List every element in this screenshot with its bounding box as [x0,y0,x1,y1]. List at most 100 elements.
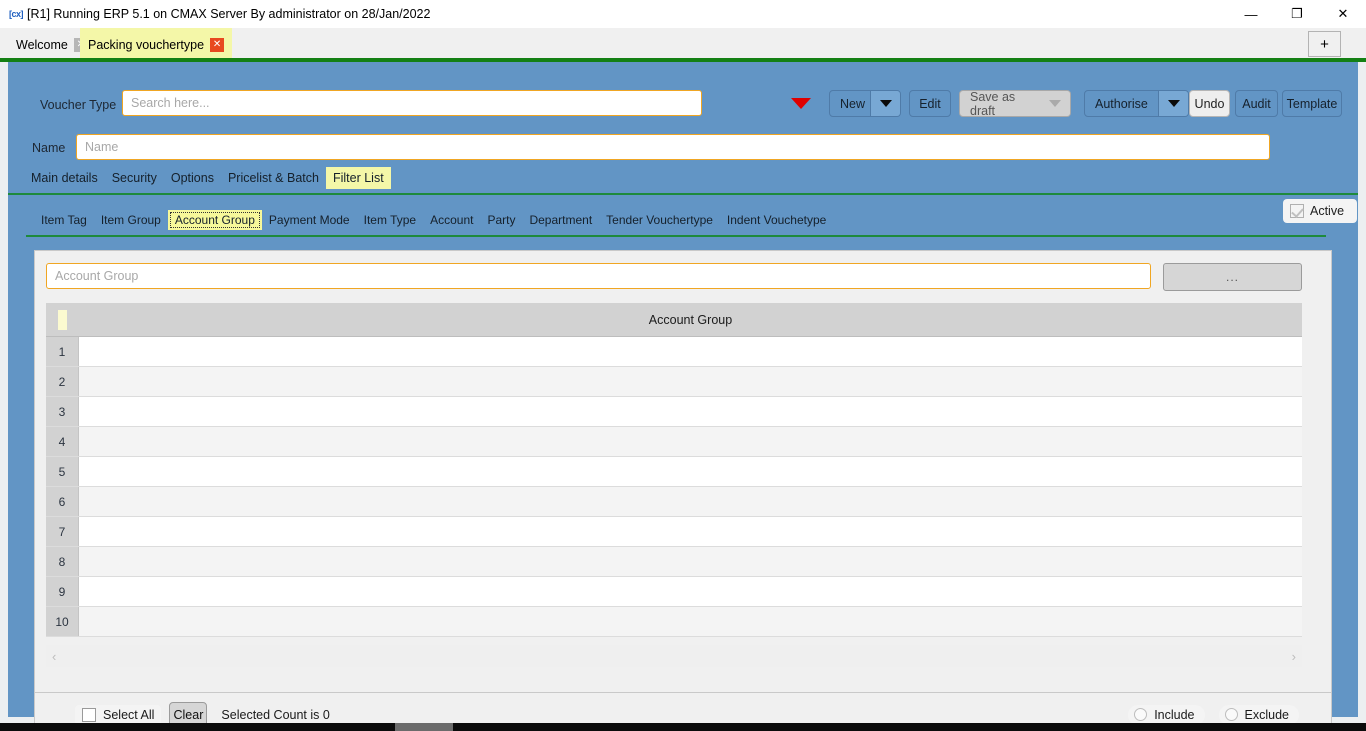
active-checkbox[interactable]: Active [1283,199,1357,223]
tab-main-details[interactable]: Main details [24,167,105,189]
grid-header-row: Account Group [46,303,1302,337]
close-icon[interactable]: ✕ [1320,0,1366,28]
save-as-draft-dropdown-arrow-icon[interactable] [1040,91,1070,116]
edit-button[interactable]: Edit [909,90,951,117]
subtab-item-type[interactable]: Item Type [357,210,423,230]
voucher-type-input[interactable]: Search here... [122,90,702,116]
tab-packing-vouchertype[interactable]: Packing vouchertype ✕ [80,28,232,61]
include-exclude-radio-group: Include Exclude [1128,705,1299,725]
table-row[interactable]: 3 [46,397,1302,427]
name-input[interactable]: Name [76,134,1270,160]
subtab-item-group[interactable]: Item Group [94,210,168,230]
main-tabs-divider [8,193,1358,195]
subtab-tender-vouchertype[interactable]: Tender Vouchertype [599,210,720,230]
horizontal-scrollbar[interactable]: ‹ › [46,645,1302,667]
voucher-type-label: Voucher Type [40,98,116,112]
scroll-left-icon[interactable]: ‹ [52,649,56,664]
grid-column-header-account-group[interactable]: Account Group [79,303,1302,336]
undo-button-label: Undo [1195,97,1225,111]
subtab-account-group-label: Account Group [175,213,255,227]
table-row[interactable]: 7 [46,517,1302,547]
exclude-radio[interactable]: Exclude [1219,705,1299,725]
tab-options[interactable]: Options [164,167,221,189]
include-radio[interactable]: Include [1128,705,1204,725]
subtab-party[interactable]: Party [480,210,522,230]
table-row[interactable]: 5 [46,457,1302,487]
table-row[interactable]: 8 [46,547,1302,577]
browse-button[interactable]: ... [1163,263,1302,291]
table-row[interactable]: 4 [46,427,1302,457]
dropdown-caret-icon[interactable] [791,98,811,109]
template-button-label: Template [1287,97,1338,111]
row-cell-account-group[interactable] [79,457,1302,486]
selected-count-text: Selected Count is 0 [221,708,329,722]
account-group-search-input[interactable]: Account Group [46,263,1151,289]
row-cell-account-group[interactable] [79,547,1302,576]
form-body: Voucher Type Search here... New Edit Sav… [8,62,1358,717]
row-number: 9 [46,577,79,606]
row-cell-account-group[interactable] [79,337,1302,366]
select-all-label: Select All [103,708,154,722]
subtab-account[interactable]: Account [423,210,480,230]
scroll-right-icon[interactable]: › [1292,649,1296,664]
row-cell-account-group[interactable] [79,397,1302,426]
new-dropdown-arrow-icon[interactable] [870,91,900,116]
audit-button-label: Audit [1242,97,1271,111]
name-label: Name [32,141,65,155]
table-row[interactable]: 2 [46,367,1302,397]
authorise-button-label: Authorise [1085,97,1158,111]
select-all-checkbox[interactable]: Select All [75,705,161,725]
window-title: [R1] Running ERP 5.1 on CMAX Server By a… [27,7,430,21]
tab-options-label: Options [171,171,214,185]
row-number: 4 [46,427,79,456]
include-radio-dot[interactable] [1134,708,1147,721]
undo-button[interactable]: Undo [1189,90,1230,117]
new-button[interactable]: New [829,90,901,117]
grid-select-all-corner[interactable] [46,303,79,337]
active-checkbox-box[interactable] [1290,204,1304,218]
exclude-radio-dot[interactable] [1225,708,1238,721]
include-radio-label: Include [1154,708,1194,722]
subtab-item-tag[interactable]: Item Tag [34,210,94,230]
sub-tabs: Item Tag Item Group Account Group Paymen… [34,210,833,230]
tab-security[interactable]: Security [105,167,164,189]
template-button[interactable]: Template [1282,90,1342,117]
main-tabs: Main details Security Options Pricelist … [24,167,391,189]
authorise-dropdown-arrow-icon[interactable] [1158,91,1188,116]
tab-filter-list[interactable]: Filter List [326,167,391,189]
maximize-icon[interactable]: ❐ [1274,0,1320,28]
row-cell-account-group[interactable] [79,517,1302,546]
table-row[interactable]: 6 [46,487,1302,517]
row-cell-account-group[interactable] [79,487,1302,516]
table-row[interactable]: 10 [46,607,1302,637]
subtab-item-tag-label: Item Tag [41,213,87,227]
audit-button[interactable]: Audit [1235,90,1278,117]
subtab-party-label: Party [487,213,515,227]
tab-filter-list-label: Filter List [333,171,384,185]
table-row[interactable]: 9 [46,577,1302,607]
row-number: 5 [46,457,79,486]
row-cell-account-group[interactable] [79,367,1302,396]
tab-packing-vouchertype-close-icon[interactable]: ✕ [210,38,224,52]
authorise-button[interactable]: Authorise [1084,90,1189,117]
new-button-label: New [830,97,870,111]
subtab-payment-mode[interactable]: Payment Mode [262,210,357,230]
minimize-icon[interactable]: — [1228,0,1274,28]
save-as-draft-button[interactable]: Save as draft [959,90,1071,117]
row-cell-account-group[interactable] [79,607,1302,636]
row-number: 3 [46,397,79,426]
subtab-indent-vouchetype-label: Indent Vouchetype [727,213,826,227]
select-all-checkbox-box[interactable] [82,708,96,722]
subtab-indent-vouchetype[interactable]: Indent Vouchetype [720,210,833,230]
subtab-department[interactable]: Department [522,210,599,230]
table-row[interactable]: 1 [46,337,1302,367]
window-controls: — ❐ ✕ [1228,0,1366,28]
row-cell-account-group[interactable] [79,577,1302,606]
tab-pricelist-batch-label: Pricelist & Batch [228,171,319,185]
subtab-account-group[interactable]: Account Group [168,210,262,230]
row-cell-account-group[interactable] [79,427,1302,456]
tab-pricelist-batch[interactable]: Pricelist & Batch [221,167,326,189]
new-tab-button[interactable]: + [1308,31,1341,57]
subtab-department-label: Department [529,213,592,227]
tab-packing-vouchertype-label: Packing vouchertype [88,38,204,52]
